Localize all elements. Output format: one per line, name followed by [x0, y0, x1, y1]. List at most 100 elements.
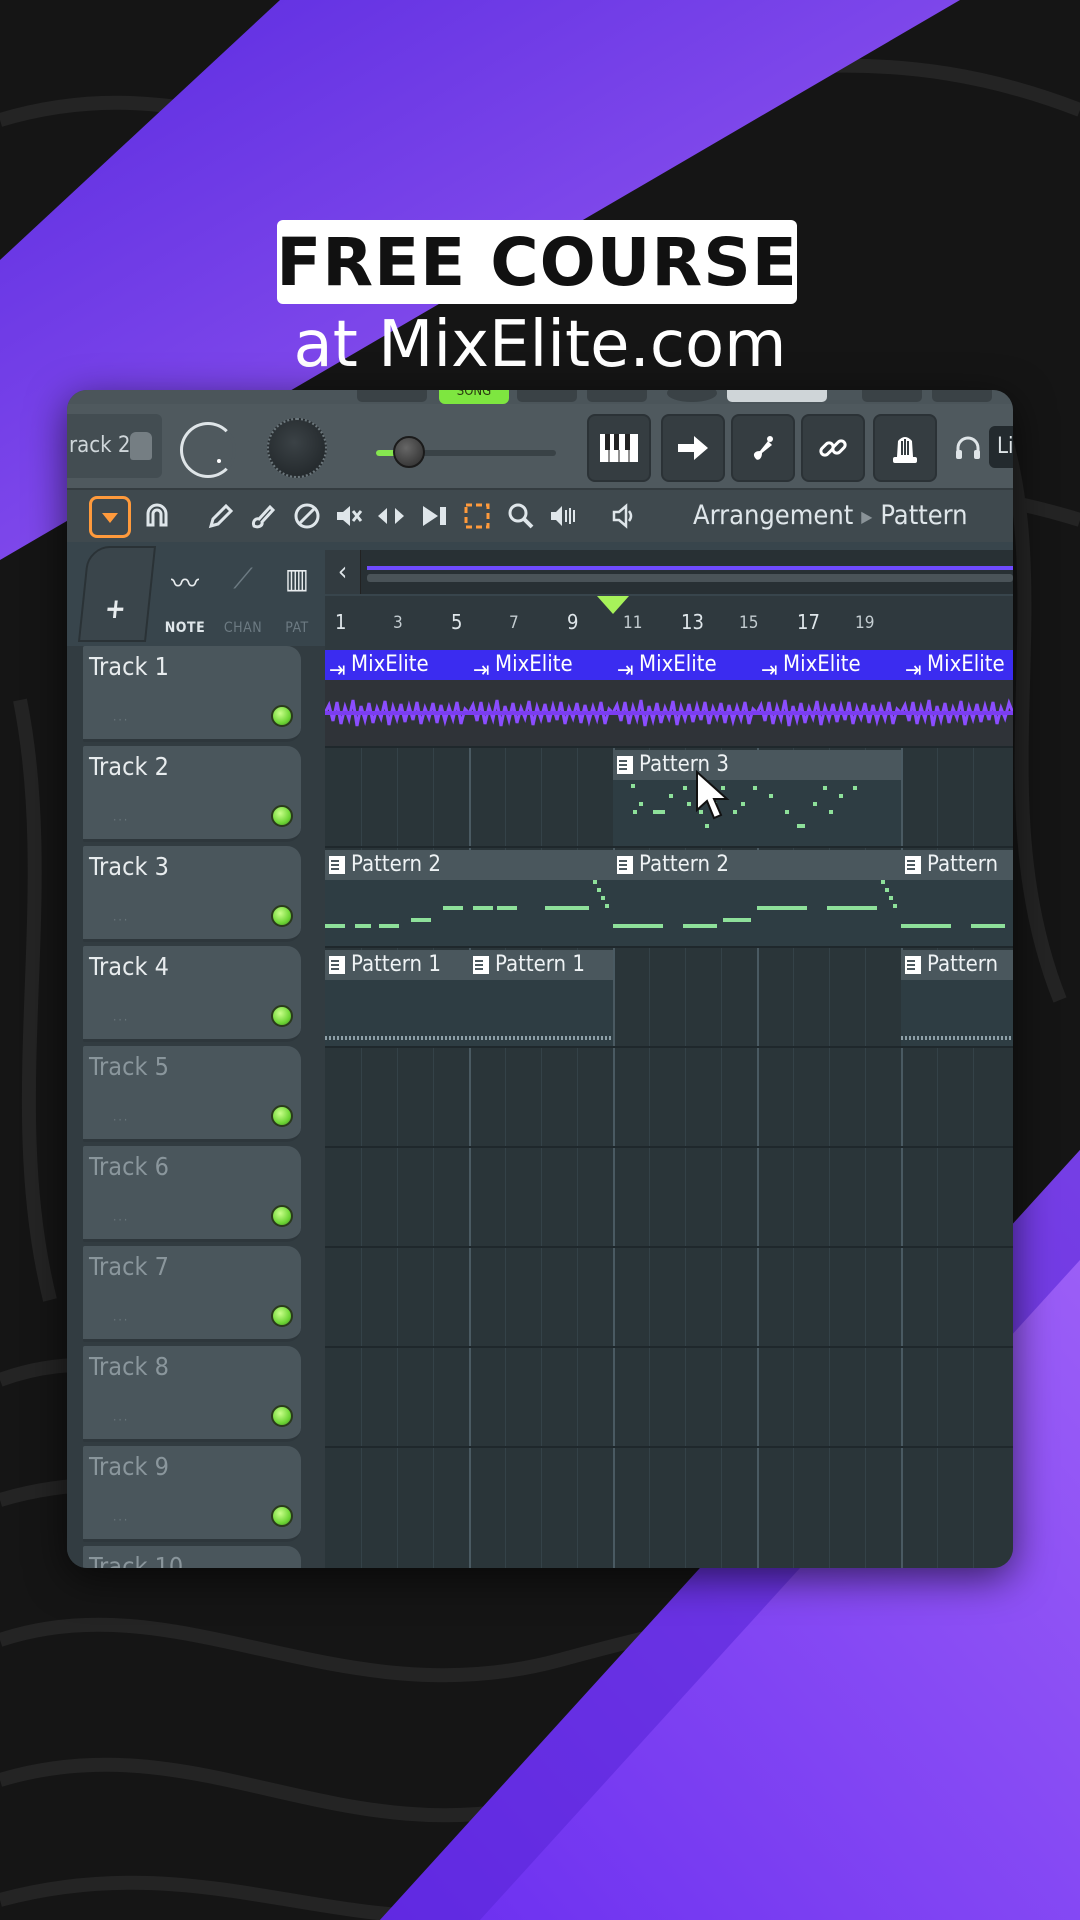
waveform — [469, 699, 613, 727]
delete-tool[interactable] — [289, 498, 325, 534]
clip-label: MixElite — [783, 652, 861, 677]
track-name: Track 1 — [89, 652, 169, 681]
track-enable-led[interactable] — [271, 1205, 293, 1227]
clip-header: Pattern 1 — [325, 950, 469, 980]
track-header-6[interactable]: Track 6 ··· — [83, 1146, 301, 1242]
audio-clip[interactable]: ⇥ MixElite — [757, 650, 901, 746]
clip-label: Pattern — [927, 952, 999, 977]
track-name: Track 5 — [89, 1052, 169, 1081]
pattern-clip[interactable]: Pattern — [901, 950, 1013, 1046]
mute-tool[interactable] — [331, 498, 367, 534]
pat-mode-button[interactable]: ▥ PAT — [267, 558, 327, 638]
clip-header: Pattern 2 — [325, 850, 613, 880]
snap-button[interactable] — [139, 498, 175, 534]
clip-header: ⇥ MixElite — [469, 650, 613, 683]
top-strip-knob — [667, 390, 717, 402]
pat-mode-label: PAT — [285, 620, 309, 636]
mute-hand-icon — [130, 432, 152, 460]
playhead-marker[interactable] — [597, 596, 629, 614]
horizontal-scrollbar[interactable] — [325, 550, 1013, 594]
track-enable-led[interactable] — [271, 1105, 293, 1127]
pattern-clip[interactable]: Pattern 3 — [613, 750, 901, 846]
chan-mode-button[interactable]: ⟋ CHAN — [213, 558, 273, 638]
track-header-2[interactable]: Track 2 ··· — [83, 746, 301, 842]
bar-number: 9 — [567, 610, 579, 634]
track-header-10[interactable]: Track 10 — [83, 1546, 301, 1568]
link-button[interactable] — [801, 414, 865, 482]
paint-tool[interactable] — [245, 498, 281, 534]
volume-knob[interactable] — [180, 422, 236, 478]
audio-clip[interactable]: ⇥ MixElite — [901, 650, 1013, 746]
plugin-picker-button[interactable] — [731, 414, 795, 482]
row-divider — [325, 846, 1013, 848]
track-header-4[interactable]: Track 4 ··· — [83, 946, 301, 1042]
top-strip-display — [727, 390, 827, 402]
playback-tool[interactable] — [545, 498, 581, 534]
waveform-icon: 〰 — [170, 567, 199, 600]
track-header-5[interactable]: Track 5 ··· — [83, 1046, 301, 1142]
pan-knob[interactable] — [267, 418, 327, 478]
note-mode-button[interactable]: 〰 NOTE — [155, 558, 215, 638]
pattern-clip[interactable]: Pattern 2 — [613, 850, 901, 946]
track-enable-led[interactable] — [271, 805, 293, 827]
track-selector[interactable]: rack 2 — [67, 414, 162, 478]
triangle-down-icon — [102, 513, 118, 523]
breadcrumb: Arrangement ▶ Pattern — [693, 496, 968, 536]
tool-bar: Arrangement ▶ Pattern — [67, 490, 1013, 542]
pattern-clip[interactable]: Pattern 1 — [325, 950, 469, 1046]
select-tool[interactable] — [459, 498, 495, 534]
scroll-left-button[interactable]: ‹ — [325, 550, 361, 594]
audio-clip-icon: ⇥ — [617, 658, 634, 683]
clip-label: Pattern 1 — [495, 952, 585, 977]
clip-label: MixElite — [639, 652, 717, 677]
draw-tool[interactable] — [203, 498, 239, 534]
bar-number: 15 — [739, 613, 759, 633]
audio-clip[interactable]: ⇥ MixElite — [325, 650, 469, 746]
slip-tool[interactable] — [373, 498, 409, 534]
track-enable-led[interactable] — [271, 705, 293, 727]
breadcrumb-pattern[interactable]: Pattern — [880, 500, 967, 531]
playlist-grid[interactable]: ⇥ MixElite ⇥ MixElite ⇥ MixElite ⇥ MixElite … — [325, 650, 1013, 1568]
piano-roll-button[interactable] — [587, 414, 651, 482]
track-dots: ··· — [113, 813, 130, 827]
bar-line — [901, 650, 903, 1568]
track-enable-led[interactable] — [271, 1305, 293, 1327]
track-header-7[interactable]: Track 7 ··· — [83, 1246, 301, 1342]
bar-number: 17 — [797, 610, 820, 634]
track-header-3[interactable]: Track 3 ··· — [83, 846, 301, 942]
track-name: Track 7 — [89, 1252, 169, 1281]
pattern-clip[interactable]: Pattern — [901, 850, 1013, 946]
track-header-8[interactable]: Track 8 ··· — [83, 1346, 301, 1442]
add-track-button[interactable]: + — [77, 546, 157, 642]
plus-icon: + — [103, 592, 128, 625]
track-enable-led[interactable] — [271, 1405, 293, 1427]
plug-icon — [753, 436, 773, 460]
mixer-button[interactable] — [873, 414, 937, 482]
pattern-clip[interactable]: Pattern 1 — [469, 950, 613, 1046]
live-button[interactable]: Li — [989, 426, 1013, 468]
beat-line — [433, 650, 434, 1568]
mouse-pointer-icon — [696, 770, 730, 820]
track-enable-led[interactable] — [271, 1505, 293, 1527]
channel-rack-button[interactable] — [661, 414, 725, 482]
scrub-tool[interactable] — [605, 498, 641, 534]
headphone-button[interactable] — [945, 414, 991, 482]
track-enable-led[interactable] — [271, 1005, 293, 1027]
scroll-thumb[interactable] — [367, 574, 1013, 582]
zoom-tool[interactable] — [503, 498, 539, 534]
timeline-ruler[interactable]: 1 3 5 7 9 11 13 15 17 19 — [325, 596, 1013, 650]
breadcrumb-arrangement[interactable]: Arrangement — [693, 500, 853, 531]
track-header-9[interactable]: Track 9 ··· — [83, 1446, 301, 1542]
pattern-clip[interactable]: Pattern 2 — [325, 850, 613, 946]
options-dropdown[interactable] — [89, 496, 131, 538]
piano-icon — [600, 434, 638, 462]
audio-clip[interactable]: ⇥ MixElite — [613, 650, 757, 746]
slice-tool[interactable] — [417, 498, 453, 534]
song-mode-button[interactable]: SONG — [439, 390, 509, 404]
track-enable-led[interactable] — [271, 905, 293, 927]
track-header-1[interactable]: Track 1 ··· — [83, 646, 301, 742]
slice-icon — [423, 506, 446, 526]
zoom-slider-thumb[interactable] — [393, 436, 425, 468]
audio-clip[interactable]: ⇥ MixElite — [469, 650, 613, 746]
beat-line — [397, 650, 398, 1568]
